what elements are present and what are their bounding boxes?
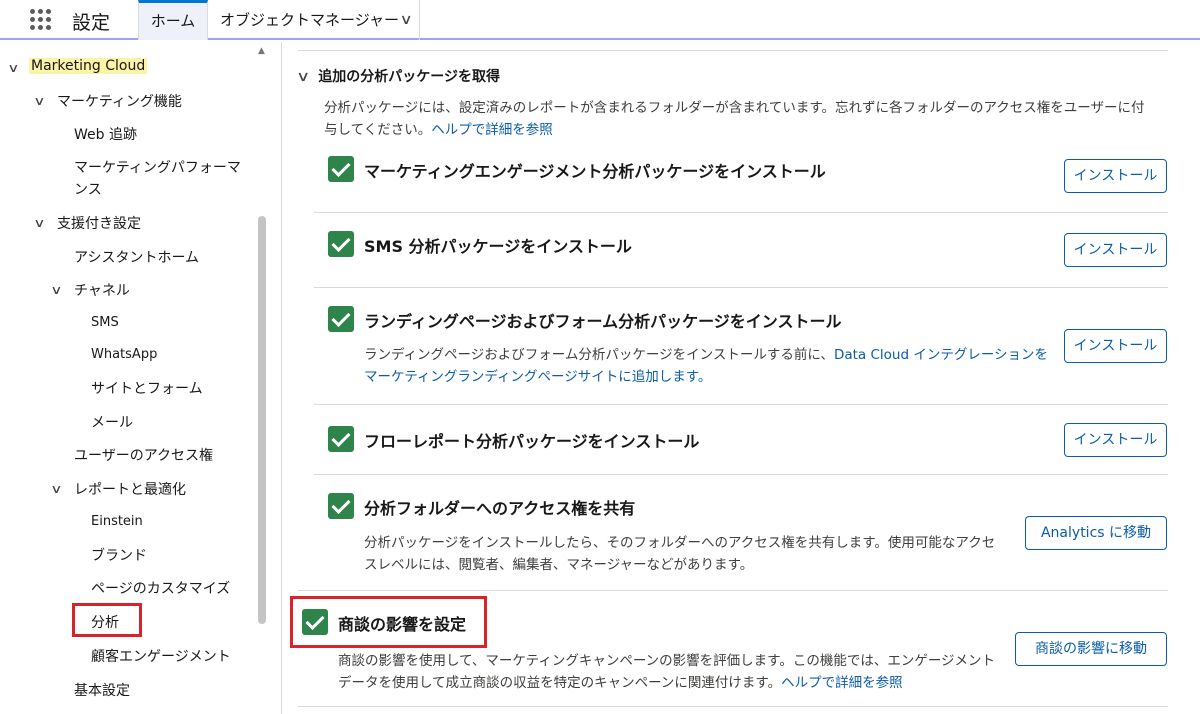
item-title: フローレポート分析パッケージをインストール bbox=[364, 432, 700, 451]
sidebar-item-guided-setup[interactable]: 支援付き設定 bbox=[57, 213, 141, 233]
checkmark-icon bbox=[328, 426, 354, 452]
go-to-opportunity-influence-button[interactable]: 商談の影響に移動 bbox=[1015, 632, 1167, 666]
install-button[interactable]: インストール bbox=[1064, 233, 1167, 267]
app-title: 設定 bbox=[72, 12, 111, 34]
divider bbox=[314, 404, 1168, 405]
divider bbox=[298, 590, 1168, 591]
scroll-up-icon[interactable]: ▲ bbox=[258, 46, 265, 56]
sidebar-item-marketing-performance-cont[interactable]: ンス bbox=[74, 179, 102, 199]
sidebar-item-user-access[interactable]: ユーザーのアクセス権 bbox=[74, 445, 213, 465]
sidebar-item-analytics[interactable]: 分析 bbox=[91, 612, 119, 632]
sidebar-item-marketing-performance[interactable]: マーケティングパフォーマ bbox=[74, 157, 241, 177]
sidebar-item-web-tracking[interactable]: Web 追跡 bbox=[74, 124, 137, 144]
divider bbox=[314, 212, 1168, 213]
help-link[interactable]: ヘルプで詳細を参照 bbox=[781, 675, 903, 691]
sidebar-item-basic-settings[interactable]: 基本設定 bbox=[74, 680, 130, 700]
sidebar-item-channels[interactable]: チャネル bbox=[74, 280, 130, 300]
sidebar-item-marketing-cloud[interactable]: Marketing Cloud bbox=[29, 58, 148, 74]
sidebar-item-page-customize[interactable]: ページのカスタマイズ bbox=[91, 578, 230, 598]
sidebar-scrollbar[interactable] bbox=[258, 216, 266, 624]
item-description: 分析パッケージをインストールしたら、そのフォルダーへのアクセス権を共有します。使… bbox=[364, 535, 996, 573]
item-title: 商談の影響を設定 bbox=[338, 615, 467, 634]
divider bbox=[314, 287, 1168, 288]
divider bbox=[298, 706, 1168, 707]
install-button[interactable]: インストール bbox=[1064, 329, 1167, 363]
setup-sidebar: ▲ ∨ Marketing Cloud ∨ マーケティング機能 Web 追跡 マ… bbox=[0, 42, 282, 714]
chevron-down-icon[interactable]: ∨ bbox=[50, 482, 62, 496]
chevron-down-icon[interactable]: ∨ bbox=[296, 69, 310, 85]
checkmark-icon bbox=[328, 156, 354, 182]
divider bbox=[314, 474, 1168, 475]
chevron-down-icon[interactable]: ∨ bbox=[33, 216, 45, 230]
sidebar-item-brand[interactable]: ブランド bbox=[91, 545, 147, 565]
item-description-text: ランディングページおよびフォーム分析パッケージをインストールする前に、 bbox=[364, 347, 834, 363]
chevron-down-icon[interactable]: ∨ bbox=[33, 94, 45, 108]
main-content: ∨ 追加の分析パッケージを取得 分析パッケージには、設定済みのレポートが含まれるフ… bbox=[284, 42, 1200, 714]
sidebar-item-sites-forms[interactable]: サイトとフォーム bbox=[91, 378, 203, 398]
checkmark-icon bbox=[328, 493, 354, 519]
checkmark-icon bbox=[328, 231, 354, 257]
checkmark-icon bbox=[328, 306, 354, 332]
item-description: ランディングページおよびフォーム分析パッケージをインストールする前に、Data … bbox=[364, 344, 1054, 388]
section-title: 追加の分析パッケージを取得 bbox=[318, 69, 500, 85]
install-button[interactable]: インストール bbox=[1064, 159, 1167, 193]
install-button[interactable]: インストール bbox=[1064, 423, 1167, 457]
sidebar-item-marketing-features[interactable]: マーケティング機能 bbox=[57, 91, 182, 111]
sidebar-item-sms[interactable]: SMS bbox=[91, 315, 119, 330]
sidebar-item-assistant-home[interactable]: アシスタントホーム bbox=[74, 247, 199, 267]
sidebar-item-email[interactable]: メール bbox=[91, 412, 133, 432]
item-title: マーケティングエンゲージメント分析パッケージをインストール bbox=[364, 162, 826, 181]
tab-object-manager[interactable]: オブジェクトマネージャー ∨ bbox=[208, 0, 420, 40]
go-to-analytics-button[interactable]: Analytics に移動 bbox=[1025, 516, 1167, 550]
section-header[interactable]: ∨ 追加の分析パッケージを取得 bbox=[296, 66, 500, 86]
item-title: 分析フォルダーへのアクセス権を共有 bbox=[364, 499, 636, 518]
tab-home[interactable]: ホーム bbox=[138, 0, 208, 40]
chevron-down-icon[interactable]: ∨ bbox=[50, 283, 62, 297]
sidebar-item-einstein[interactable]: Einstein bbox=[91, 514, 143, 529]
chevron-down-icon[interactable]: ∨ bbox=[399, 0, 412, 40]
top-header: 設定 ホーム オブジェクトマネージャー ∨ bbox=[0, 0, 1200, 40]
item-title: SMS 分析パッケージをインストール bbox=[364, 237, 632, 256]
help-link[interactable]: ヘルプで詳細を参照 bbox=[431, 122, 553, 138]
checkmark-icon bbox=[302, 609, 328, 635]
sidebar-item-whatsapp[interactable]: WhatsApp bbox=[91, 347, 157, 362]
sidebar-item-reports-optimization[interactable]: レポートと最適化 bbox=[74, 479, 186, 499]
tab-object-manager-label: オブジェクトマネージャー bbox=[220, 11, 399, 29]
item-description: 商談の影響を使用して、マーケティングキャンペーンの影響を評価します。この機能では… bbox=[338, 650, 1008, 694]
chevron-down-icon[interactable]: ∨ bbox=[7, 61, 19, 75]
sidebar-item-customer-engagement[interactable]: 顧客エンゲージメント bbox=[91, 646, 231, 666]
section-description: 分析パッケージには、設定済みのレポートが含まれるフォルダーが含まれています。忘れ… bbox=[324, 97, 1154, 141]
divider bbox=[298, 50, 1168, 51]
item-title: ランディングページおよびフォーム分析パッケージをインストール bbox=[364, 312, 842, 331]
app-launcher-icon[interactable] bbox=[30, 9, 52, 31]
